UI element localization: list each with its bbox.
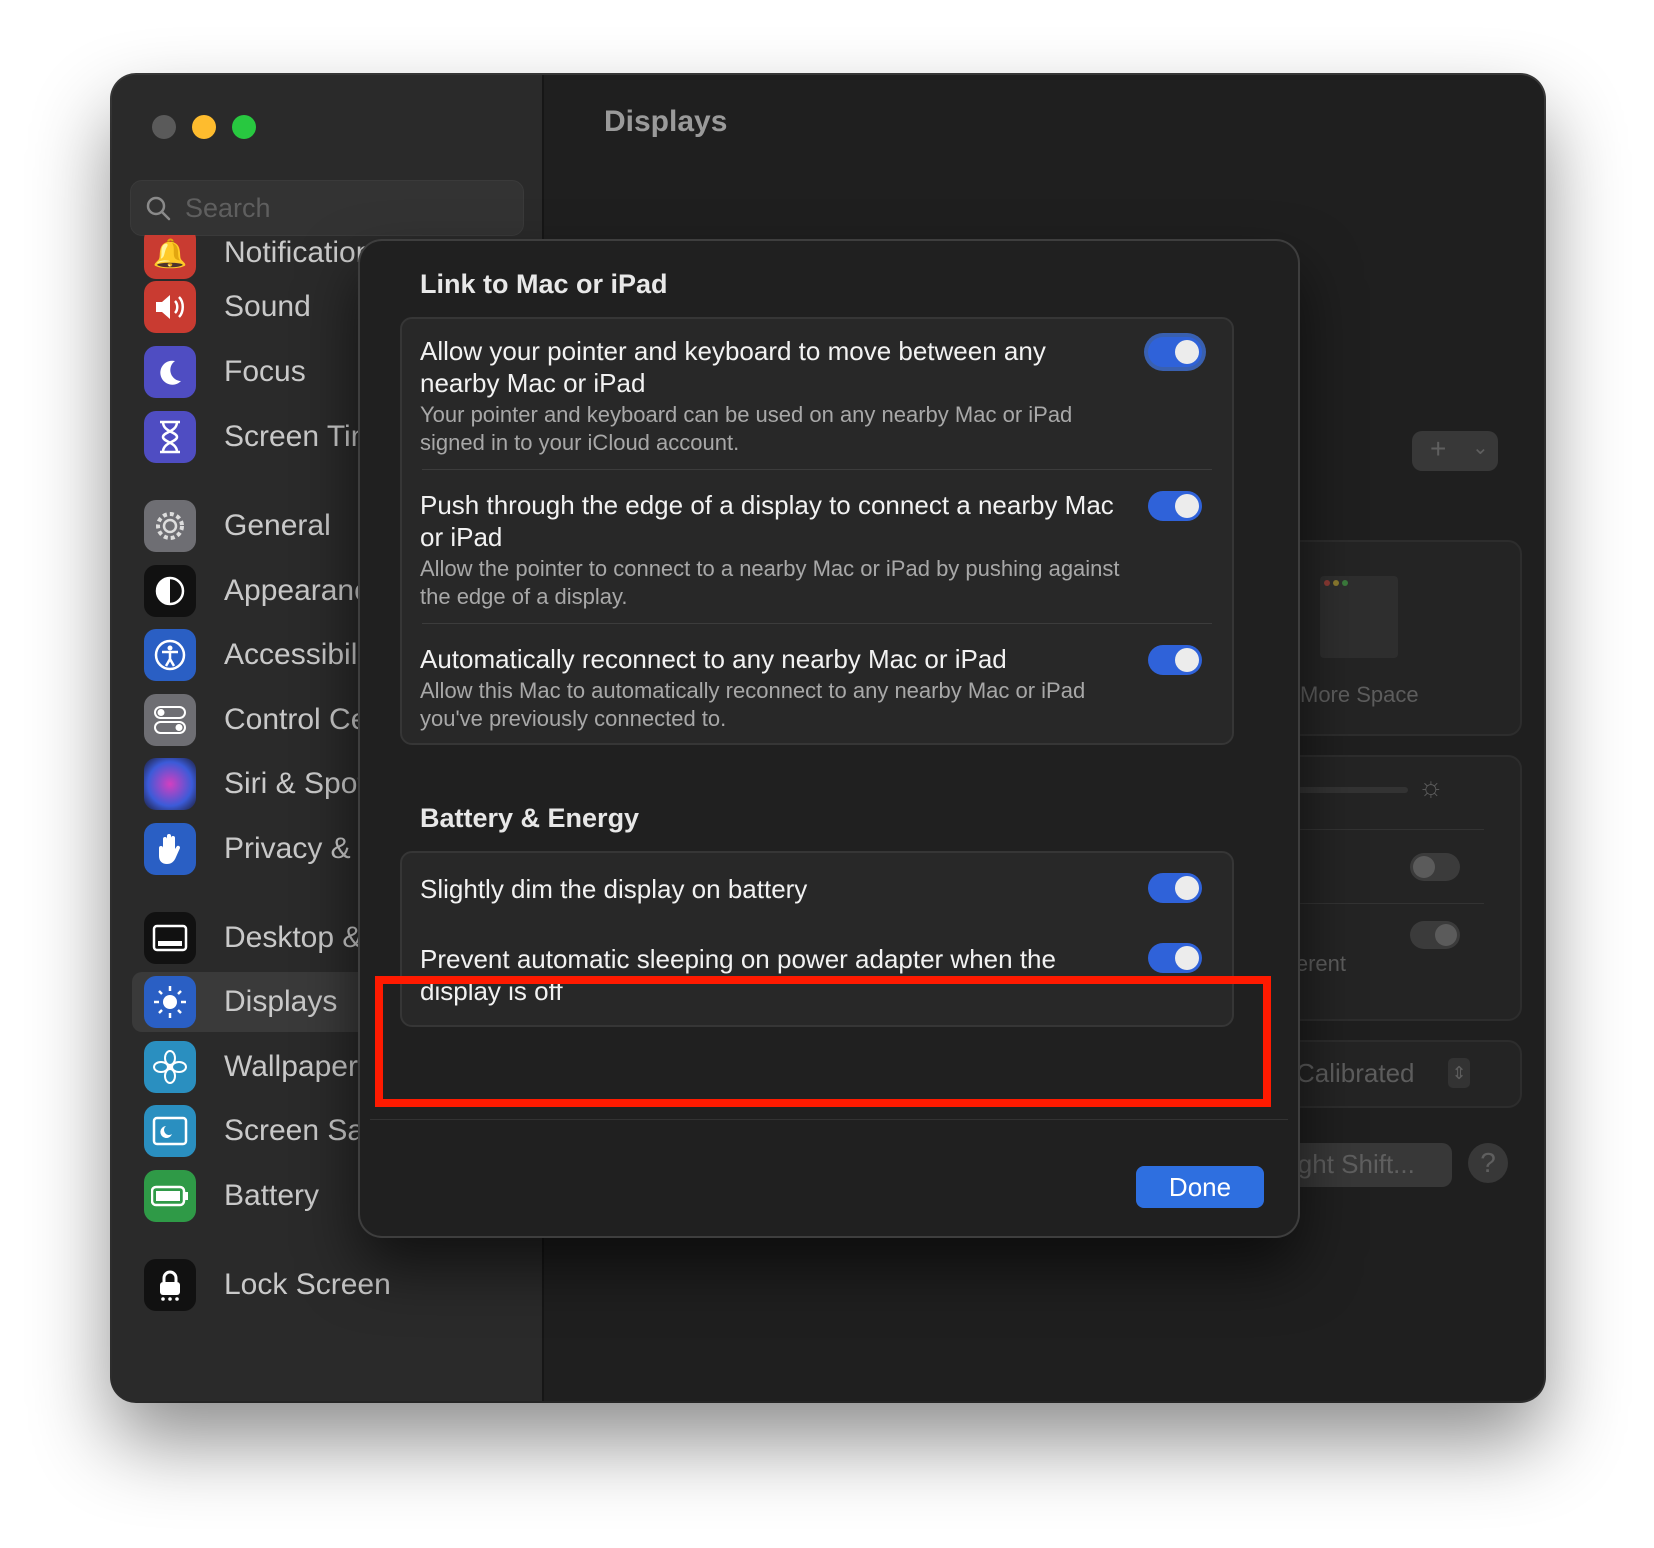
setting-row-universal-control: Allow your pointer and keyboard to move …: [420, 335, 1220, 457]
search-icon: [146, 196, 171, 221]
zoom-button[interactable]: [232, 115, 256, 139]
display-option-more-space[interactable]: More Space: [1282, 540, 1522, 736]
sidebar-item-label: Wallpaper: [224, 1050, 358, 1083]
link-section-title: Link to Mac or iPad: [420, 269, 668, 299]
setting-row-dim-on-battery: Slightly dim the display on battery: [420, 873, 1220, 905]
setting-row-push-through-edge: Push through the edge of a display to co…: [420, 489, 1220, 611]
color-profile-card: Calibrated ⇕: [1282, 1040, 1522, 1108]
dock-icon: [144, 912, 196, 964]
setting-title: Automatically reconnect to any nearby Ma…: [420, 644, 1007, 674]
auto-brightness-toggle[interactable]: [1410, 853, 1460, 881]
updown-icon: ⇕: [1448, 1058, 1470, 1088]
battery-icon: [144, 1170, 196, 1222]
more-space-label: More Space: [1300, 682, 1419, 707]
annotation-highlight-box: [375, 976, 1271, 1107]
divider: [422, 623, 1212, 624]
speaker-icon: [144, 281, 196, 333]
battery-section-title: Battery & Energy: [420, 803, 640, 833]
color-profile-select[interactable]: Calibrated: [1296, 1058, 1415, 1089]
close-button[interactable]: [152, 115, 176, 139]
sidebar-item-label: Focus: [224, 355, 306, 388]
lock-icon: [144, 1259, 196, 1311]
sidebar-item-label: Sound: [224, 290, 311, 323]
sidebar-item-label: General: [224, 509, 331, 542]
divider: [422, 469, 1212, 470]
setting-title: Allow your pointer and keyboard to move …: [420, 336, 1046, 398]
brightness-slider[interactable]: [1284, 787, 1408, 793]
chevron-down-icon: ⌄: [1472, 437, 1489, 459]
flower-icon: [144, 1041, 196, 1093]
sidebar-item-lock-screen[interactable]: Lock Screen: [132, 1255, 527, 1315]
sidebar-item-label: Displays: [224, 985, 338, 1018]
night-shift-button[interactable]: ight Shift...: [1282, 1143, 1452, 1187]
plus-icon: +: [1430, 433, 1447, 464]
link-and-energy-dialog: Link to Mac or iPad Allow your pointer a…: [360, 241, 1298, 1236]
toggles-icon: [144, 694, 196, 746]
accessibility-icon: [144, 629, 196, 681]
window-controls: [152, 115, 256, 139]
prevent-sleep-toggle[interactable]: [1148, 943, 1202, 973]
screensaver-icon: [144, 1105, 196, 1157]
help-label: ?: [1480, 1147, 1496, 1178]
siri-icon: [144, 758, 196, 810]
minimize-button[interactable]: [192, 115, 216, 139]
setting-row-auto-reconnect: Automatically reconnect to any nearby Ma…: [420, 643, 1220, 733]
setting-title: Push through the edge of a display to co…: [420, 490, 1114, 552]
dim-on-battery-toggle[interactable]: [1148, 873, 1202, 903]
appearance-icon: [144, 565, 196, 617]
help-button[interactable]: ?: [1468, 1143, 1508, 1183]
auto-reconnect-toggle[interactable]: [1148, 645, 1202, 675]
hourglass-icon: [144, 411, 196, 463]
search-field[interactable]: [130, 180, 524, 236]
display-settings-card: ☼ fferent: [1282, 755, 1522, 1021]
add-display-button[interactable]: + ⌄: [1412, 431, 1498, 471]
moon-icon: [144, 346, 196, 398]
done-button[interactable]: Done: [1136, 1166, 1264, 1208]
sun-icon: [144, 976, 196, 1028]
page-title: Displays: [604, 105, 728, 138]
sun-icon: ☼: [1418, 771, 1444, 802]
sidebar-item-label: Lock Screen: [224, 1268, 391, 1301]
setting-description: Your pointer and keyboard can be used on…: [420, 402, 1073, 455]
universal-control-toggle[interactable]: [1148, 337, 1202, 367]
bell-icon: 🔔: [144, 235, 196, 279]
setting-description: Allow the pointer to connect to a nearby…: [420, 556, 1120, 609]
gear-icon: [144, 500, 196, 552]
true-tone-toggle[interactable]: [1410, 921, 1460, 949]
search-input[interactable]: [183, 189, 507, 227]
hand-icon: [144, 823, 196, 875]
sidebar-item-label: Battery: [224, 1179, 320, 1212]
link-settings-group: Allow your pointer and keyboard to move …: [400, 317, 1234, 745]
dialog-footer-divider: [370, 1119, 1288, 1120]
push-through-edge-toggle[interactable]: [1148, 491, 1202, 521]
setting-description: Allow this Mac to automatically reconnec…: [420, 678, 1086, 731]
setting-title: Slightly dim the display on battery: [420, 874, 808, 904]
more-space-thumbnail: [1320, 576, 1398, 658]
night-shift-label: ight Shift...: [1292, 1149, 1415, 1179]
